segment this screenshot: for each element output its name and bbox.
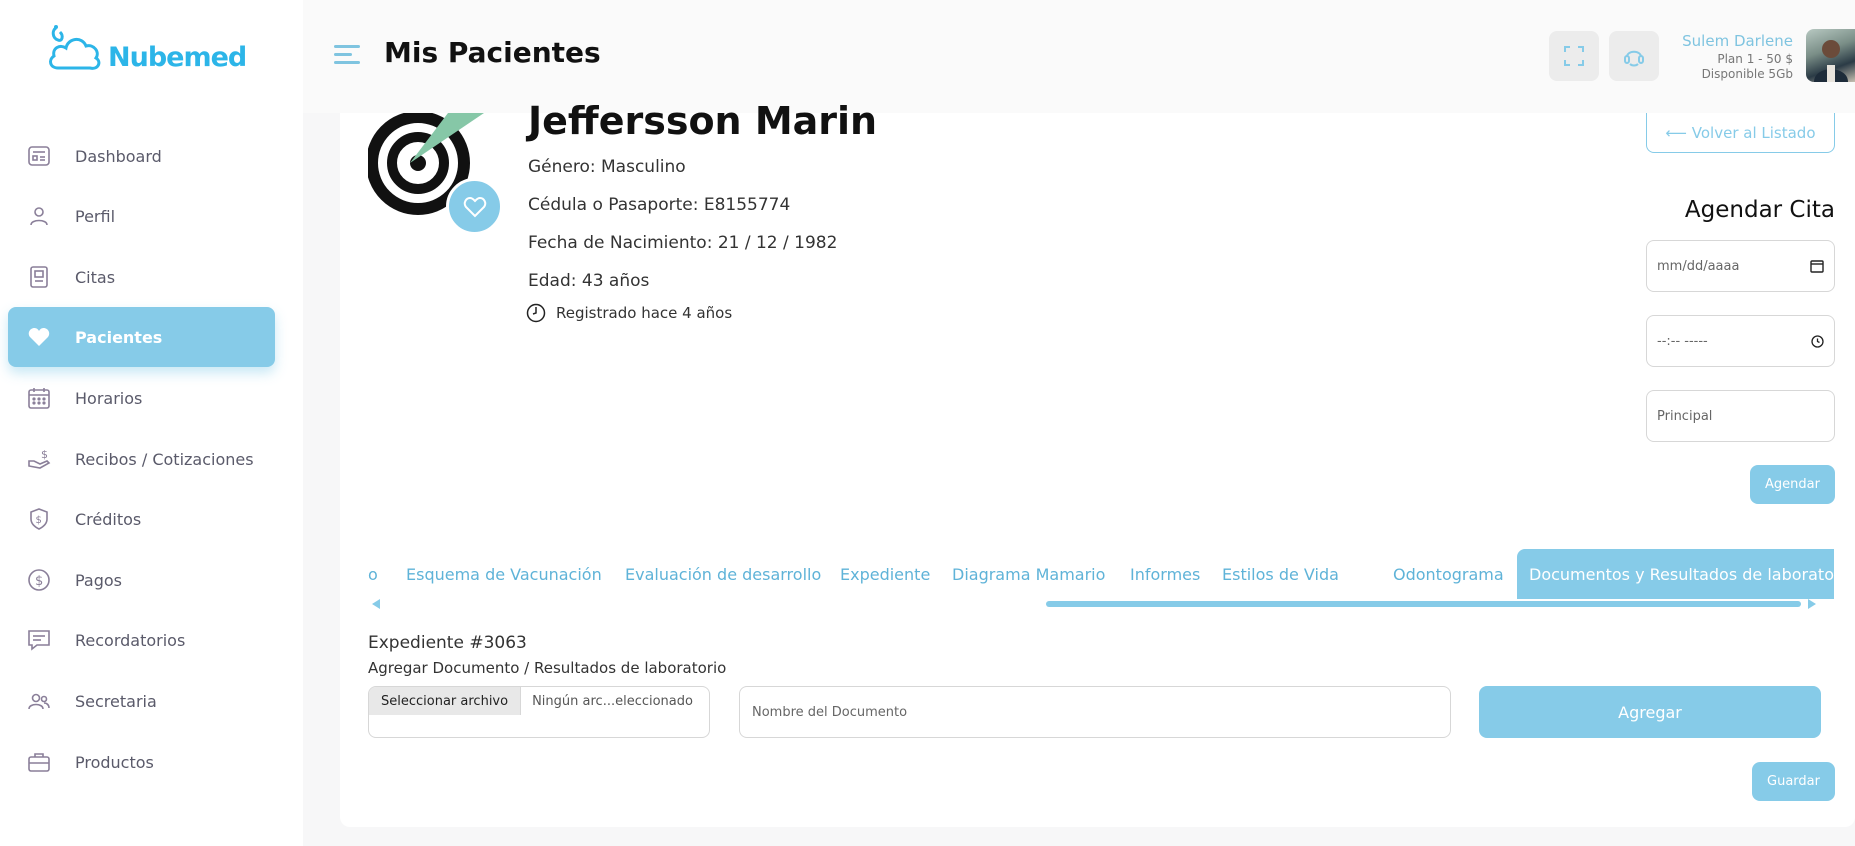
- user-name[interactable]: Sulem Darlene: [1682, 32, 1793, 50]
- users-icon: [26, 688, 52, 714]
- logo-text: Nubemed: [108, 41, 247, 73]
- sidebar-item-secretaria[interactable]: Secretaria: [8, 671, 275, 731]
- sidebar-item-label: Pacientes: [75, 327, 163, 347]
- sidebar-item-creditos[interactable]: $ Créditos: [8, 489, 275, 549]
- document-name-input[interactable]: Nombre del Documento: [739, 686, 1451, 738]
- patient-age: Edad: 43 años: [528, 271, 650, 291]
- patient-card: Jeffersson Marin Género: Masculino Cédul…: [340, 99, 1855, 827]
- sidebar-item-label: Créditos: [75, 509, 142, 529]
- avatar[interactable]: [1806, 29, 1855, 82]
- location-value: Principal: [1657, 408, 1713, 424]
- hand-money-icon: $: [26, 446, 52, 472]
- file-status: Ningún arc...eleccionado: [532, 693, 693, 709]
- sidebar-item-label: Recibos / Cotizaciones: [75, 449, 254, 469]
- sidebar-item-label: Horarios: [75, 388, 143, 408]
- support-button[interactable]: [1609, 31, 1659, 81]
- svg-text:$: $: [36, 515, 42, 526]
- heart-outline-icon: [463, 196, 486, 217]
- clock-icon: [526, 303, 546, 323]
- sidebar-item-recibos[interactable]: $ Recibos / Cotizaciones: [8, 429, 275, 489]
- sidebar-item-label: Dashboard: [75, 146, 162, 166]
- message-icon: [26, 627, 52, 653]
- tab-expediente[interactable]: Expediente: [840, 549, 930, 599]
- scroll-right-icon[interactable]: [1808, 599, 1816, 609]
- sidebar-item-citas[interactable]: Citas: [8, 247, 275, 307]
- tab-estilos-vida[interactable]: Estilos de Vida: [1222, 549, 1339, 599]
- fullscreen-button[interactable]: [1549, 31, 1599, 81]
- sidebar-item-label: Recordatorios: [75, 630, 186, 650]
- sidebar-item-pacientes[interactable]: Pacientes: [8, 307, 275, 367]
- tab-diagrama-mamario[interactable]: Diagrama Mamario: [952, 549, 1105, 599]
- dashboard-icon: [26, 143, 52, 169]
- patient-name: Jeffersson Marin: [528, 99, 878, 143]
- sidebar-item-label: Secretaria: [75, 691, 157, 711]
- tab-informes[interactable]: Informes: [1130, 549, 1200, 599]
- tab-odontograma[interactable]: Odontograma: [1393, 549, 1504, 599]
- clock-icon: [1811, 334, 1824, 348]
- sidebar-item-horarios[interactable]: Horarios: [8, 368, 275, 428]
- location-select[interactable]: Principal: [1646, 390, 1835, 442]
- cloud-stethoscope-icon: [49, 25, 101, 70]
- calendar-icon: [26, 385, 52, 411]
- schedule-title: Agendar Cita: [1684, 197, 1835, 223]
- patient-registered: Registrado hace 4 años: [526, 303, 732, 323]
- briefcase-icon: [26, 749, 52, 775]
- user-storage: Disponible 5Gb: [1701, 67, 1793, 81]
- shield-dollar-icon: $: [26, 506, 52, 532]
- patient-birthdate: Fecha de Nacimiento: 21 / 12 / 1982: [528, 233, 838, 253]
- sidebar-item-label: Pagos: [75, 570, 123, 590]
- date-field[interactable]: mm/dd/aaaa: [1646, 240, 1835, 292]
- menu-toggle-icon[interactable]: [334, 45, 360, 67]
- patient-gender: Género: Masculino: [528, 157, 686, 177]
- svg-text:$: $: [41, 448, 48, 461]
- time-field-placeholder: --:-- -----: [1657, 333, 1708, 349]
- record-title: Expediente #3063: [368, 633, 527, 653]
- patient-favorite-badge[interactable]: [446, 178, 503, 235]
- sidebar-item-dashboard[interactable]: Dashboard: [8, 126, 275, 186]
- add-document-title: Agregar Documento / Resultados de labora…: [368, 659, 727, 677]
- sidebar-item-recordatorios[interactable]: Recordatorios: [8, 610, 275, 670]
- headset-icon: [1624, 50, 1644, 67]
- user-icon: [26, 203, 52, 229]
- time-field[interactable]: --:-- -----: [1646, 315, 1835, 367]
- sidebar-item-pagos[interactable]: $ Pagos: [8, 550, 275, 610]
- file-input[interactable]: Seleccionar archivo Ningún arc...eleccio…: [368, 686, 710, 738]
- sidebar-item-label: Productos: [75, 752, 154, 772]
- fullscreen-icon: [1564, 46, 1584, 66]
- registered-text: Registrado hace 4 años: [556, 304, 733, 322]
- logo[interactable]: Nubemed: [46, 24, 247, 76]
- save-button[interactable]: Guardar: [1752, 762, 1835, 801]
- sidebar-item-perfil[interactable]: Perfil: [8, 186, 275, 246]
- svg-text:$: $: [35, 574, 43, 589]
- patient-id: Cédula o Pasaporte: E8155774: [528, 195, 791, 215]
- dollar-circle-icon: $: [26, 567, 52, 593]
- sidebar-item-label: Citas: [75, 267, 116, 287]
- tab-esquema-vacunacion[interactable]: Esquema de Vacunación: [406, 549, 602, 599]
- page-title: Mis Pacientes: [384, 36, 601, 69]
- tab-documentos-resultados[interactable]: Documentos y Resultados de laboratorio: [1517, 549, 1834, 599]
- choose-file-button[interactable]: Seleccionar archivo: [369, 687, 522, 715]
- calendar-icon: [1810, 260, 1824, 273]
- user-plan: Plan 1 - 50 $: [1717, 52, 1793, 66]
- sidebar-item-label: Perfil: [75, 206, 116, 226]
- patient-tabs: o Esquema de Vacunación Evaluación de de…: [368, 549, 1834, 599]
- clipboard-icon: [26, 264, 52, 290]
- heart-icon: [26, 324, 52, 350]
- back-to-list-button[interactable]: ⟵ Volver al Listado: [1646, 113, 1835, 153]
- sidebar: Nubemed Dashboard Perfil Citas Pacientes: [0, 0, 303, 846]
- top-header: Mis Pacientes Sulem Darlene Plan 1 - 50 …: [303, 0, 1855, 113]
- sidebar-item-productos[interactable]: Productos: [8, 732, 275, 792]
- scroll-left-icon[interactable]: [372, 599, 380, 609]
- date-field-placeholder: mm/dd/aaaa: [1657, 258, 1740, 274]
- schedule-button[interactable]: Agendar: [1750, 465, 1835, 504]
- tabs-scrollbar[interactable]: [1046, 601, 1801, 607]
- tab-partial[interactable]: o: [368, 549, 378, 599]
- add-document-button[interactable]: Agregar: [1479, 686, 1821, 738]
- tab-evaluacion-desarrollo[interactable]: Evaluación de desarrollo: [625, 549, 821, 599]
